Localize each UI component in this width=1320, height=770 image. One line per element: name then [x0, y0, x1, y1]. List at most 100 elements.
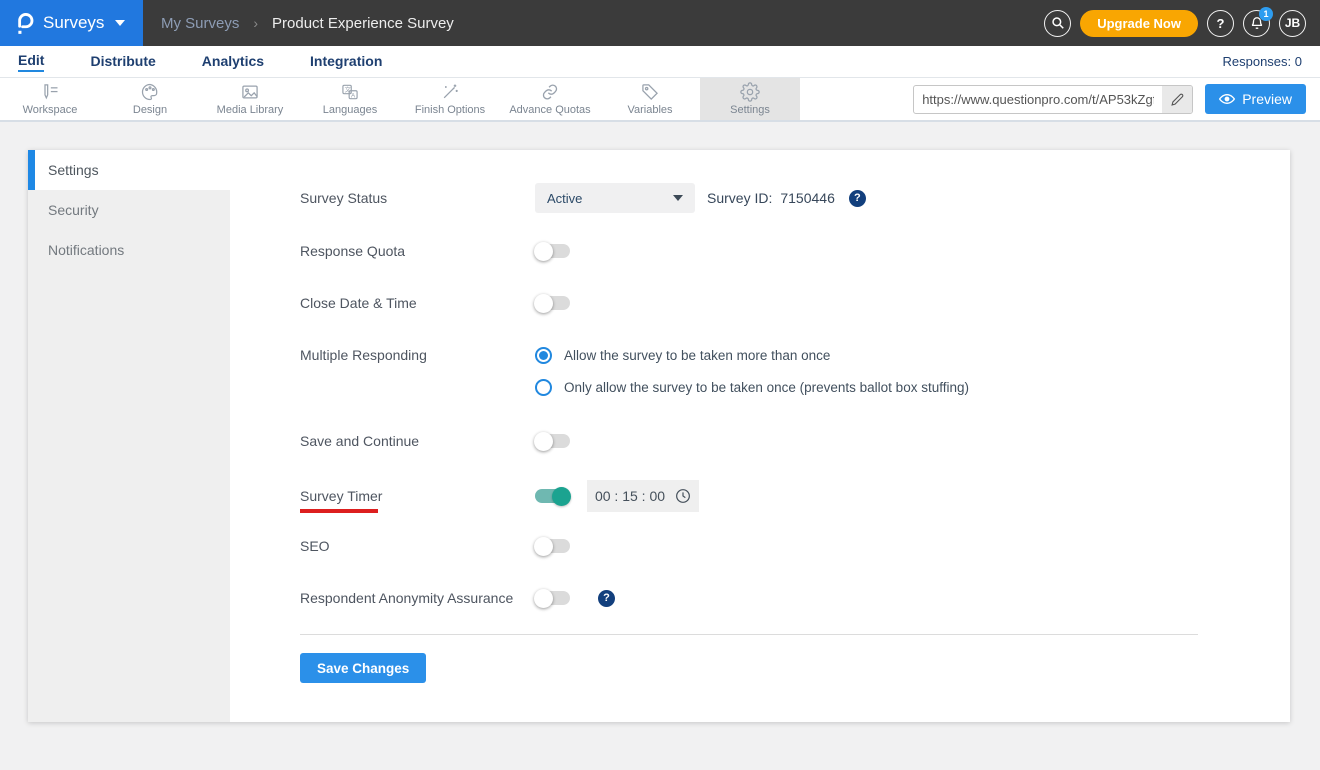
response-quota-label: Response Quota	[300, 243, 406, 259]
upgrade-now-button[interactable]: Upgrade Now	[1080, 9, 1198, 37]
toolbar-item-finish-options[interactable]: Finish Options	[400, 78, 500, 120]
chevron-down-icon	[673, 195, 683, 201]
response-quota-row: Response Quota	[300, 236, 1290, 266]
workspace-icon	[40, 82, 60, 102]
anonymity-toggle[interactable]	[534, 588, 570, 608]
survey-timer-label: Survey Timer	[300, 488, 535, 513]
save-and-continue-label: Save and Continue	[300, 433, 420, 449]
tab-analytics[interactable]: Analytics	[202, 53, 264, 71]
toolbar-right: Preview	[913, 78, 1320, 120]
tag-icon	[640, 82, 660, 102]
anonymity-help-icon[interactable]: ?	[598, 589, 615, 607]
response-quota-toggle[interactable]	[534, 241, 570, 261]
toggle-knob	[534, 588, 553, 608]
toolbar-label: Variables	[627, 104, 673, 116]
magic-wand-icon	[440, 82, 460, 102]
close-date-time-toggle[interactable]	[534, 293, 570, 313]
avatar[interactable]: JB	[1279, 9, 1306, 37]
survey-timer-row: Survey Timer 00 : 15 : 00	[300, 478, 1290, 514]
sidebar-item-settings[interactable]: Settings	[28, 150, 230, 190]
breadcrumb-separator-icon: ›	[253, 15, 259, 31]
survey-status-row: Survey Status Active Survey ID: 7150446 …	[300, 183, 1290, 213]
survey-id-label: Survey ID:	[707, 190, 773, 206]
search-button[interactable]	[1044, 9, 1072, 37]
survey-url-box	[913, 84, 1194, 114]
image-icon	[240, 82, 260, 102]
breadcrumb: My Surveys › Product Experience Survey	[143, 0, 1045, 46]
toolbar-label: Languages	[322, 104, 378, 116]
radio-option-row: Only allow the survey to be taken once (…	[535, 372, 969, 402]
gear-icon	[740, 82, 760, 102]
close-date-time-label: Close Date & Time	[300, 295, 417, 311]
form-divider	[300, 634, 1198, 635]
save-and-continue-toggle[interactable]	[534, 431, 570, 451]
radio-only-once[interactable]	[535, 378, 552, 396]
toolbar-item-languages[interactable]: 文 A Languages	[300, 78, 400, 120]
anonymity-row: Respondent Anonymity Assurance ?	[300, 583, 1290, 613]
toolbar-label: Finish Options	[414, 104, 486, 116]
edit-url-pencil-icon[interactable]	[1162, 85, 1193, 113]
seo-label: SEO	[300, 538, 330, 554]
toggle-knob	[552, 486, 571, 506]
toolbar-label: Workspace	[22, 104, 78, 116]
seo-toggle[interactable]	[534, 536, 570, 556]
sidebar-item-label: Settings	[48, 162, 99, 178]
palette-icon	[140, 82, 160, 102]
radio-option-row: Allow the survey to be taken more than o…	[535, 340, 969, 370]
survey-status-label: Survey Status	[300, 190, 388, 206]
header-actions: Upgrade Now ? 1 JB	[1044, 0, 1320, 46]
multiple-responding-options: Allow the survey to be taken more than o…	[535, 340, 969, 402]
survey-id-value: 7150446	[780, 190, 835, 206]
help-button[interactable]: ?	[1207, 9, 1234, 37]
toolbar-item-settings[interactable]: Settings	[700, 78, 800, 120]
tab-distribute[interactable]: Distribute	[90, 53, 155, 71]
preview-button[interactable]: Preview	[1205, 84, 1306, 114]
toggle-knob	[534, 536, 553, 556]
survey-status-select[interactable]: Active	[535, 183, 695, 213]
avatar-initials: JB	[1284, 16, 1301, 30]
survey-url-input[interactable]	[914, 91, 1163, 107]
product-name: Surveys	[43, 13, 105, 32]
questionpro-logo-icon	[14, 11, 34, 36]
survey-timer-value-field[interactable]: 00 : 15 : 00	[587, 480, 699, 512]
top-header: Surveys My Surveys › Product Experience …	[0, 0, 1320, 46]
product-switcher[interactable]: Surveys	[0, 0, 143, 46]
settings-card: Settings Security Notifications Survey S…	[28, 150, 1290, 722]
toolbar-item-workspace[interactable]: Workspace	[0, 78, 100, 120]
responses-count: Responses: 0	[1222, 54, 1303, 69]
sidebar-item-label: Security	[48, 202, 99, 218]
radio-multiple-allowed[interactable]	[535, 346, 552, 364]
translate-icon: 文 A	[340, 82, 360, 102]
clock-icon	[675, 488, 691, 504]
survey-timer-toggle[interactable]	[535, 486, 571, 506]
survey-id-group: Survey ID: 7150446 ?	[707, 189, 866, 207]
tab-edit[interactable]: Edit	[18, 52, 45, 72]
tab-integration[interactable]: Integration	[310, 53, 382, 71]
save-changes-button[interactable]: Save Changes	[300, 653, 427, 683]
toggle-knob	[534, 431, 553, 451]
multiple-responding-row: Multiple Responding Allow the survey to …	[300, 340, 1290, 402]
chain-link-icon	[540, 82, 560, 102]
settings-content: Survey Status Active Survey ID: 7150446 …	[230, 150, 1290, 722]
toolbar-item-advance-quotas[interactable]: Advance Quotas	[500, 78, 600, 120]
toolbar-item-variables[interactable]: Variables	[600, 78, 700, 120]
toggle-knob	[534, 293, 553, 313]
section-tabbar: Edit Distribute Analytics Integration Re…	[0, 46, 1320, 78]
toolbar-label: Media Library	[216, 104, 284, 116]
close-date-time-row: Close Date & Time	[300, 288, 1290, 318]
survey-id-help-icon[interactable]: ?	[848, 189, 866, 207]
edit-toolbar: Workspace Design Media Library 文 A Langu…	[0, 78, 1320, 122]
toolbar-label: Settings	[730, 104, 770, 116]
red-highlight-underline	[300, 509, 378, 513]
preview-label: Preview	[1242, 91, 1292, 107]
search-icon	[1051, 16, 1065, 30]
toolbar-item-media-library[interactable]: Media Library	[200, 78, 300, 120]
breadcrumb-my-surveys[interactable]: My Surveys	[161, 15, 239, 32]
notifications-button[interactable]: 1	[1243, 6, 1273, 37]
breadcrumb-survey-title: Product Experience Survey	[272, 14, 454, 32]
sidebar-item-security[interactable]: Security	[28, 190, 230, 230]
radio-option-label: Allow the survey to be taken more than o…	[564, 347, 831, 363]
sidebar-item-notifications[interactable]: Notifications	[28, 230, 230, 270]
toolbar-item-design[interactable]: Design	[100, 78, 200, 120]
survey-status-value: Active	[547, 190, 583, 206]
